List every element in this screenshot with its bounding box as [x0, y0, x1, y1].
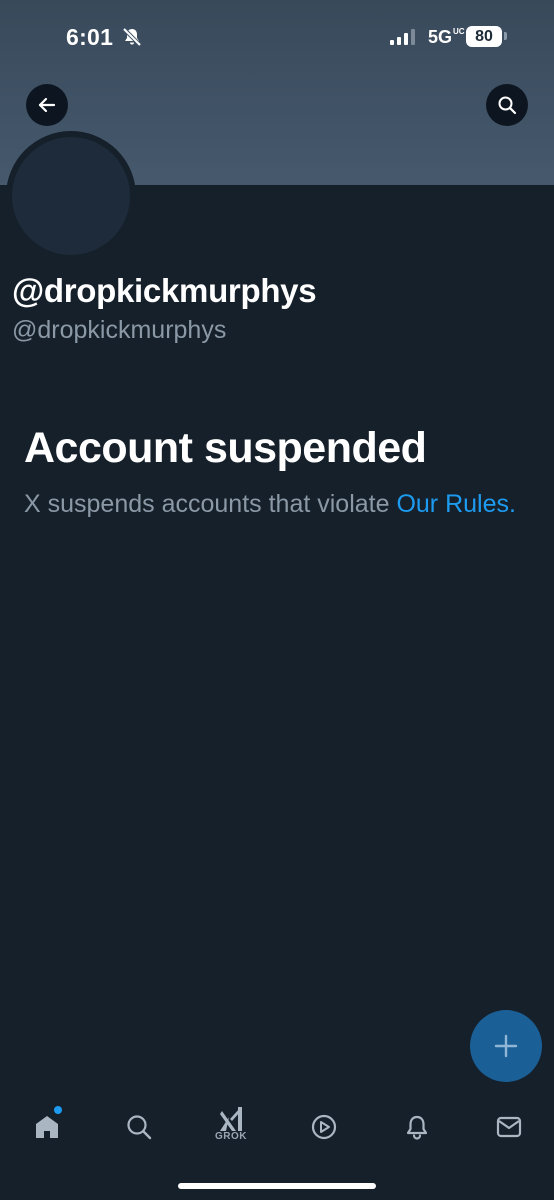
notifications-icon: [406, 1115, 428, 1140]
home-icon: [36, 1116, 58, 1138]
grok-label: GROK: [215, 1130, 247, 1142]
tab-home[interactable]: [24, 1104, 70, 1150]
cellular-signal-icon: [390, 29, 415, 45]
tab-notifications[interactable]: [394, 1104, 440, 1150]
search-icon: [127, 1115, 152, 1140]
arrow-left-icon: [38, 97, 56, 113]
suspension-title: Account suspended: [24, 424, 427, 472]
tab-messages[interactable]: [486, 1104, 532, 1150]
suspension-message-period: .: [509, 490, 516, 518]
plus-icon: [494, 1034, 518, 1058]
avatar-image-placeholder: [12, 137, 130, 255]
grok-icon: [220, 1106, 242, 1131]
username-handle: @dropkickmurphys: [12, 316, 227, 344]
our-rules-link[interactable]: Our Rules: [396, 490, 509, 518]
network-type: 5G: [428, 27, 453, 47]
tab-search[interactable]: [116, 1104, 162, 1150]
home-indicator[interactable]: [178, 1183, 376, 1189]
battery-level: 80: [466, 26, 502, 47]
display-name: @dropkickmurphys: [12, 272, 317, 309]
suspension-message-text: X suspends accounts that violate: [24, 490, 397, 518]
tab-grok[interactable]: GROK: [208, 1100, 254, 1146]
home-notification-dot: [54, 1106, 62, 1114]
status-bar: 6:01 5G UC 80: [0, 0, 554, 75]
bell-muted-icon: [122, 27, 142, 47]
compose-button[interactable]: [470, 1010, 542, 1082]
status-time: 6:01: [66, 24, 114, 50]
back-button[interactable]: [26, 84, 68, 126]
messages-icon: [496, 1116, 522, 1138]
tab-video[interactable]: [301, 1104, 347, 1150]
network-subtype: UC: [453, 27, 465, 36]
battery-cap: [504, 32, 507, 40]
search-icon: [498, 96, 517, 115]
avatar[interactable]: [6, 131, 136, 261]
suspension-message: X suspends accounts that violate Our Rul…: [24, 487, 524, 521]
video-icon: [311, 1114, 337, 1140]
search-button[interactable]: [486, 84, 528, 126]
